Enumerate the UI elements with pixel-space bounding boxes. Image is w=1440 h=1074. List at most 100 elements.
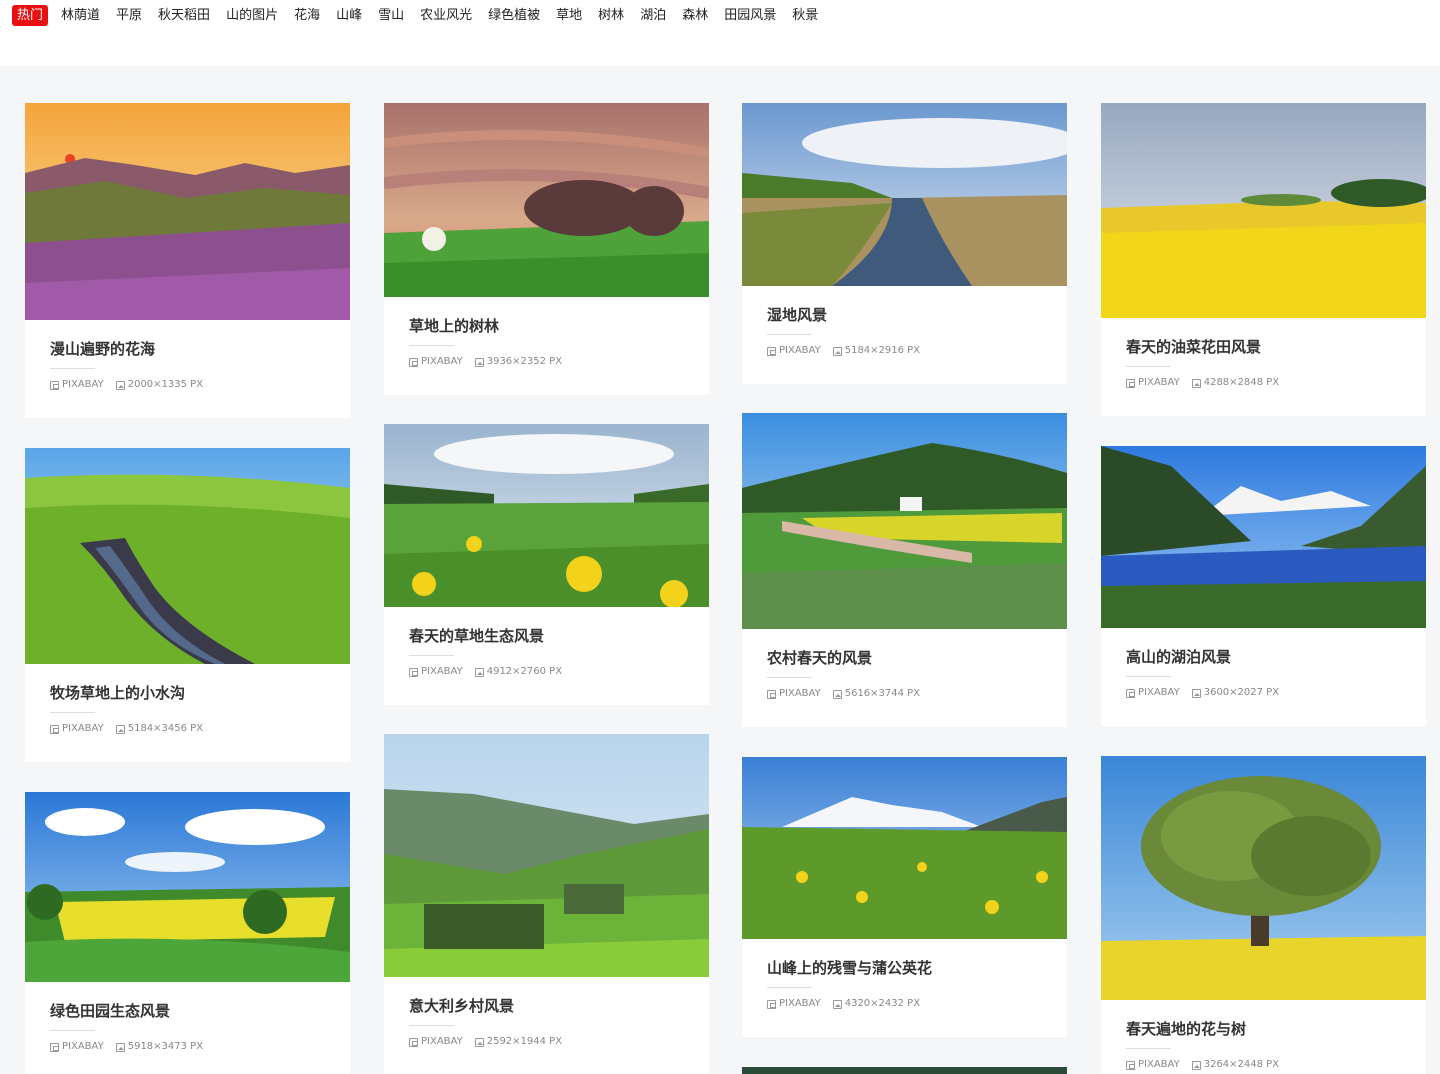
tag-item[interactable]: 林荫道 xyxy=(61,5,100,26)
image-card[interactable]: 漫山遍野的花海 PIXABAY 2000×1335 PX xyxy=(25,103,350,418)
tag-item[interactable]: 山峰 xyxy=(336,5,362,26)
image-card[interactable]: 意大利乡村风景 PIXABAY 2592×1944 PX xyxy=(384,734,709,1074)
image-size-icon xyxy=(115,380,125,390)
card-title[interactable]: 高山的湖泊风景 xyxy=(1126,628,1401,666)
source-icon xyxy=(1126,688,1135,698)
source-icon xyxy=(1126,1060,1135,1070)
card-title[interactable]: 草地上的树林 xyxy=(409,297,684,335)
tag-list: 热门 林荫道 平原 秋天稻田 山的图片 花海 山峰 雪山 农业风光 绿色植被 草… xyxy=(12,5,834,26)
card-size: 5184×3456 PX xyxy=(127,723,204,734)
tag-item[interactable]: 平原 xyxy=(116,5,142,26)
tag-item[interactable]: 山的图片 xyxy=(226,5,278,26)
image-card[interactable]: 春天遍地的花与树 PIXABAY 3264×2448 PX xyxy=(1101,756,1426,1074)
tag-item[interactable]: 绿色植被 xyxy=(488,5,540,26)
card-meta: PIXABAY 5918×3473 PX xyxy=(50,1040,325,1054)
card-thumbnail[interactable] xyxy=(742,103,1067,286)
card-size: 2592×1944 PX xyxy=(486,1036,563,1047)
card-source: PIXABAY xyxy=(421,356,463,367)
title-divider xyxy=(1126,676,1171,677)
tag-hot[interactable]: 热门 xyxy=(12,5,49,26)
title-divider xyxy=(409,345,454,346)
card-meta: PIXABAY 2000×1335 PX xyxy=(50,378,325,392)
image-card[interactable]: 高山的湖泊风景 PIXABAY 3600×2027 PX xyxy=(1101,446,1426,726)
card-size: 3936×2352 PX xyxy=(486,356,563,367)
card-title[interactable]: 春天遍地的花与树 xyxy=(1126,1000,1401,1038)
card-source: PIXABAY xyxy=(1138,687,1180,698)
card-title[interactable]: 湿地风景 xyxy=(767,286,1042,324)
card-meta: PIXABAY 5184×3456 PX xyxy=(50,722,325,736)
card-title[interactable]: 山峰上的残雪与蒲公英花 xyxy=(767,939,1042,977)
card-thumbnail[interactable] xyxy=(742,757,1067,939)
card-title[interactable]: 漫山遍野的花海 xyxy=(50,320,325,358)
card-title[interactable]: 牧场草地上的小水沟 xyxy=(50,664,325,702)
card-size: 5616×3744 PX xyxy=(844,688,921,699)
source-icon xyxy=(409,1037,418,1047)
image-card[interactable]: 牧场草地上的小水沟 PIXABAY 5184×3456 PX xyxy=(25,448,350,762)
image-size-icon xyxy=(474,1037,484,1047)
card-thumbnail[interactable] xyxy=(1101,446,1426,628)
image-card[interactable]: 春天的油菜花田风景 PIXABAY 4288×2848 PX xyxy=(1101,103,1426,416)
card-title[interactable]: 意大利乡村风景 xyxy=(409,977,684,1015)
card-thumbnail[interactable] xyxy=(384,424,709,607)
title-divider xyxy=(50,712,95,713)
card-source: PIXABAY xyxy=(421,1036,463,1047)
image-card[interactable]: 绿色田园生态风景 PIXABAY 5918×3473 PX xyxy=(25,792,350,1074)
image-size-icon xyxy=(115,1042,125,1052)
title-divider xyxy=(409,1025,454,1026)
image-card[interactable]: 草地上的树林 PIXABAY 3936×2352 PX xyxy=(384,103,709,395)
tag-item[interactable]: 草地 xyxy=(556,5,582,26)
card-meta: PIXABAY 3264×2448 PX xyxy=(1126,1058,1401,1072)
card-title[interactable]: 春天的油菜花田风景 xyxy=(1126,318,1401,356)
tag-item[interactable]: 花海 xyxy=(294,5,320,26)
card-thumbnail[interactable] xyxy=(25,792,350,982)
image-card[interactable]: 湿地风景 PIXABAY 5184×2916 PX xyxy=(742,103,1067,384)
card-thumbnail[interactable] xyxy=(384,103,709,297)
card-meta: PIXABAY 5184×2916 PX xyxy=(767,344,1042,358)
tag-item[interactable]: 田园风景 xyxy=(724,5,776,26)
card-source: PIXABAY xyxy=(62,379,104,390)
card-source: PIXABAY xyxy=(421,666,463,677)
image-size-icon xyxy=(832,346,842,356)
tag-item[interactable]: 雪山 xyxy=(378,5,404,26)
image-size-icon xyxy=(832,689,842,699)
card-thumbnail[interactable] xyxy=(25,448,350,664)
card-source: PIXABAY xyxy=(779,345,821,356)
tag-item[interactable]: 森林 xyxy=(682,5,708,26)
card-title[interactable]: 绿色田园生态风景 xyxy=(50,982,325,1020)
image-size-icon xyxy=(115,724,125,734)
image-grid: 漫山遍野的花海 PIXABAY 2000×1335 PX 牧场草地上的小水沟 P… xyxy=(0,66,1440,1074)
card-thumbnail[interactable] xyxy=(1101,103,1426,318)
card-thumbnail[interactable] xyxy=(742,413,1067,629)
card-size: 3600×2027 PX xyxy=(1203,687,1280,698)
card-size: 4320×2432 PX xyxy=(844,998,921,1009)
title-divider xyxy=(50,1030,95,1031)
card-source: PIXABAY xyxy=(62,723,104,734)
top-nav: 热门 林荫道 平原 秋天稻田 山的图片 花海 山峰 雪山 农业风光 绿色植被 草… xyxy=(0,0,1440,66)
source-icon xyxy=(50,1042,59,1052)
source-icon xyxy=(409,667,418,677)
image-card[interactable]: 农村春天的风景 PIXABAY 5616×3744 PX xyxy=(742,413,1067,727)
card-size: 4288×2848 PX xyxy=(1203,377,1280,388)
card-meta: PIXABAY 2592×1944 PX xyxy=(409,1035,684,1049)
tag-item[interactable]: 树林 xyxy=(598,5,624,26)
card-thumbnail[interactable] xyxy=(25,103,350,320)
card-title[interactable]: 春天的草地生态风景 xyxy=(409,607,684,645)
card-title[interactable]: 农村春天的风景 xyxy=(767,629,1042,667)
card-thumbnail[interactable] xyxy=(1101,756,1426,1000)
tag-item[interactable]: 农业风光 xyxy=(420,5,472,26)
image-card[interactable] xyxy=(742,1067,1067,1074)
image-card[interactable]: 山峰上的残雪与蒲公英花 PIXABAY 4320×2432 PX xyxy=(742,757,1067,1037)
tag-item[interactable]: 秋天稻田 xyxy=(158,5,210,26)
title-divider xyxy=(1126,1048,1171,1049)
card-thumbnail[interactable] xyxy=(742,1067,1067,1074)
source-icon xyxy=(50,724,59,734)
title-divider xyxy=(767,334,812,335)
source-icon xyxy=(50,380,59,390)
card-meta: PIXABAY 3936×2352 PX xyxy=(409,355,684,369)
tag-item[interactable]: 秋景 xyxy=(792,5,818,26)
title-divider xyxy=(50,368,95,369)
card-thumbnail[interactable] xyxy=(384,734,709,977)
title-divider xyxy=(1126,366,1171,367)
image-card[interactable]: 春天的草地生态风景 PIXABAY 4912×2760 PX xyxy=(384,424,709,705)
tag-item[interactable]: 湖泊 xyxy=(640,5,666,26)
